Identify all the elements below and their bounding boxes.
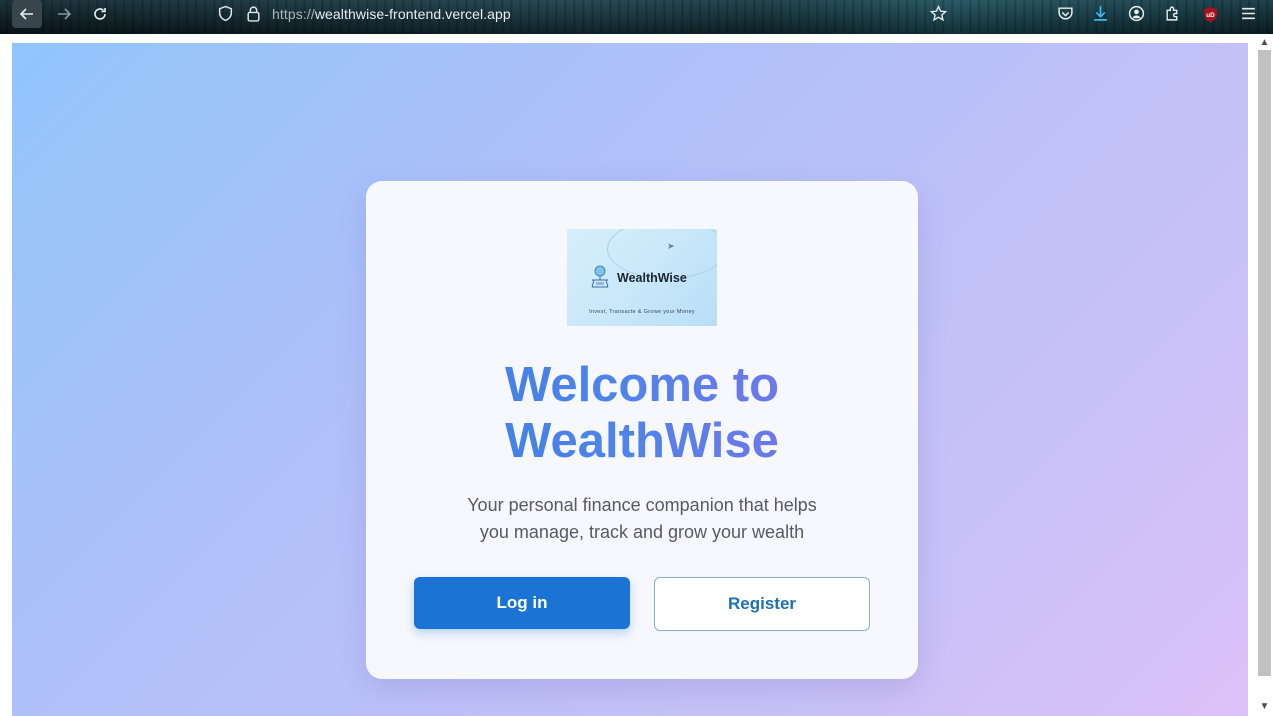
shield-icon <box>218 5 233 22</box>
reload-button[interactable] <box>85 0 115 28</box>
download-icon <box>1094 6 1107 21</box>
pocket-button[interactable] <box>1057 5 1074 27</box>
bookmark-button[interactable] <box>929 4 948 27</box>
page-title: Welcome to WealthWise <box>366 357 918 469</box>
logo-name: WealthWise <box>617 271 687 285</box>
menu-icon <box>1242 7 1255 20</box>
address-bar[interactable]: https://wealthwise-frontend.vercel.app <box>272 6 511 22</box>
url-protocol: https:// <box>272 6 315 22</box>
scroll-up-arrow-icon[interactable]: ▲ <box>1258 36 1271 50</box>
subtitle-line-2: you manage, track and grow your wealth <box>479 522 805 542</box>
downloads-button[interactable] <box>1092 5 1109 27</box>
page-left-edge <box>0 34 5 716</box>
menu-button[interactable] <box>1240 5 1257 27</box>
logo-tagline: Invest, Transacte & Growe your Money <box>589 309 695 315</box>
page-subtitle: Your personal finance companion that hel… <box>442 492 842 546</box>
back-button[interactable] <box>12 0 42 28</box>
reload-icon <box>94 8 106 20</box>
lock-icon <box>247 6 260 22</box>
toolbar-background <box>0 0 1273 34</box>
logo-mark-icon <box>591 265 609 288</box>
login-button[interactable]: Log in <box>414 577 630 629</box>
title-line-1: Welcome to <box>504 358 780 412</box>
subtitle-line-1: Your personal finance companion that hel… <box>467 495 817 515</box>
title-line-2: WealthWise <box>505 414 779 468</box>
ublock-icon: uD <box>1204 7 1217 22</box>
url-host: wealthwise-frontend.vercel.app <box>314 6 511 22</box>
wealthwise-logo: ➤ WealthWise Invest, Transacte & Growe y… <box>567 229 717 326</box>
extensions-icon <box>1166 6 1178 21</box>
forward-arrow-icon <box>58 8 72 20</box>
scrollbar-thumb[interactable] <box>1258 50 1271 676</box>
site-info-button[interactable] <box>246 5 261 27</box>
tracking-protection-button[interactable] <box>217 5 234 27</box>
extensions-button[interactable] <box>1164 5 1181 27</box>
account-button[interactable] <box>1128 5 1145 27</box>
landing-background: ➤ WealthWise Invest, Transacte & Growe y… <box>12 43 1248 716</box>
register-button[interactable]: Register <box>654 577 870 631</box>
back-arrow-icon <box>19 8 33 20</box>
pocket-icon <box>1058 7 1073 20</box>
bookmark-star-icon <box>929 4 948 22</box>
account-icon <box>1128 5 1145 22</box>
browser-toolbar: https://wealthwise-frontend.vercel.app u… <box>0 0 1273 34</box>
scroll-down-arrow-icon[interactable]: ▼ <box>1258 700 1271 714</box>
welcome-card: ➤ WealthWise Invest, Transacte & Growe y… <box>366 181 918 679</box>
forward-button[interactable] <box>49 0 79 28</box>
svg-text:uD: uD <box>1206 12 1215 19</box>
ublock-button[interactable]: uD <box>1202 6 1219 28</box>
paper-plane-icon: ➤ <box>667 241 675 251</box>
